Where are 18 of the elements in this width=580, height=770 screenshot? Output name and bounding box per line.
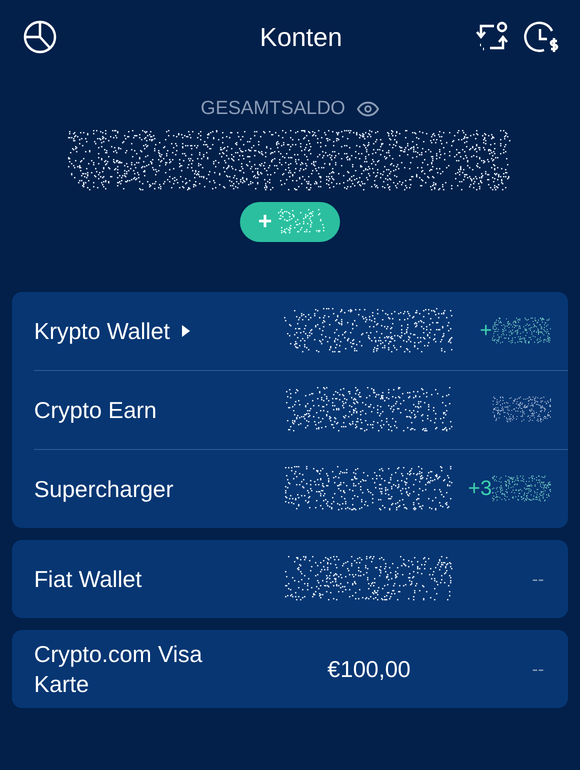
change-prefix: + xyxy=(480,319,492,343)
account-name[interactable]: Krypto Wallet xyxy=(34,316,170,346)
pie-chart-icon[interactable] xyxy=(22,19,58,55)
page-title: Konten xyxy=(260,22,342,52)
caret-icon[interactable] xyxy=(182,325,190,337)
clock-dollar-icon[interactable] xyxy=(524,19,560,55)
change-value: -- xyxy=(532,658,545,680)
total-balance-label: GESAMTSALDO xyxy=(200,98,346,120)
account-name[interactable]: Crypto Earn xyxy=(34,395,157,425)
change-prefix: + xyxy=(258,208,272,236)
account-name[interactable]: Fiat Wallet xyxy=(34,564,142,594)
change-prefix: +3 xyxy=(468,477,492,501)
eye-icon[interactable] xyxy=(357,101,380,117)
account-balance: €100,00 xyxy=(327,656,411,682)
account-name[interactable]: Supercharger xyxy=(34,474,174,504)
change-value: -- xyxy=(532,568,545,590)
account-name[interactable]: Crypto.com Visa Karte xyxy=(34,639,234,699)
hidden-change-drawing xyxy=(278,209,326,235)
